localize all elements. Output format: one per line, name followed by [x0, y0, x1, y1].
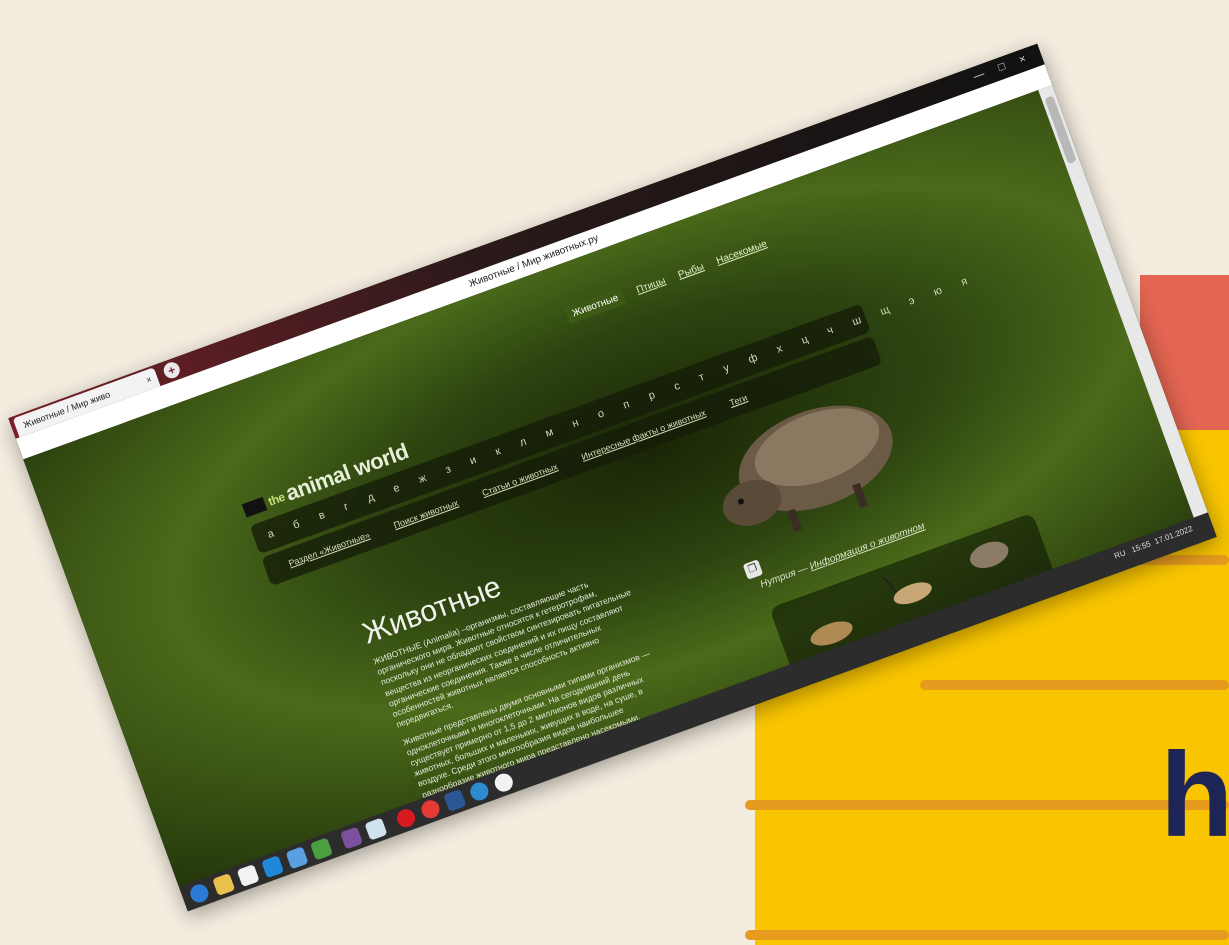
nav-fish[interactable]: Рыбы	[676, 261, 705, 280]
nav-birds[interactable]: Птицы	[635, 275, 667, 296]
alphabet-letter[interactable]: х	[775, 343, 784, 356]
alphabet-letter[interactable]: к	[494, 445, 503, 458]
menu-item-search[interactable]: Поиск животных	[392, 498, 459, 531]
nav-insects[interactable]: Насекомые	[715, 238, 769, 266]
alphabet-letter[interactable]: м	[544, 426, 555, 440]
alphabet-letter[interactable]: з	[444, 463, 453, 476]
alphabet-letter[interactable]: в	[317, 509, 327, 522]
tab-close-icon[interactable]: ×	[143, 369, 155, 390]
alphabet-letter[interactable]: а	[266, 528, 276, 541]
alphabet-letter[interactable]: ю	[932, 284, 944, 298]
alphabet-letter[interactable]: ж	[417, 472, 428, 486]
clock-time: 15:55	[1130, 539, 1153, 555]
alphabet-letter[interactable]: б	[291, 518, 301, 531]
alphabet-letter[interactable]: т	[697, 371, 706, 384]
alphabet-letter[interactable]: э	[907, 294, 916, 307]
alphabet-letter[interactable]: л	[518, 436, 528, 449]
alphabet-letter[interactable]: р	[647, 389, 657, 402]
media-icon[interactable]	[261, 855, 285, 879]
alphabet-letter[interactable]: ш	[851, 314, 863, 328]
alphabet-letter[interactable]: у	[722, 362, 731, 375]
language-indicator[interactable]: RU	[1113, 548, 1127, 560]
notepad-icon[interactable]	[364, 817, 388, 841]
nav-animals[interactable]: Животные	[564, 287, 627, 324]
alphabet-letter[interactable]: ц	[800, 333, 810, 346]
alphabet-letter[interactable]: я	[959, 275, 969, 288]
background-line-4	[745, 930, 1229, 940]
alphabet-letter[interactable]: щ	[879, 304, 892, 318]
minimize-icon[interactable]: —	[972, 68, 986, 83]
background-line-2	[920, 680, 1229, 690]
alphabet-letter[interactable]: ч	[825, 324, 834, 337]
logo-mark-icon	[241, 497, 268, 518]
alphabet-letter[interactable]: е	[392, 482, 402, 495]
ccleaner-icon[interactable]	[467, 779, 491, 804]
yandex-browser-icon[interactable]	[236, 864, 260, 888]
alphabet-letter[interactable]: и	[468, 454, 478, 467]
yandex-icon[interactable]	[418, 797, 443, 821]
thumb-antelope[interactable]	[882, 563, 934, 609]
background-line-3	[745, 800, 1229, 810]
network-icon[interactable]	[309, 837, 334, 861]
thumb-hedgehog[interactable]	[966, 537, 1012, 573]
alphabet-letter[interactable]: п	[622, 398, 632, 411]
alphabet-letter[interactable]: с	[672, 380, 681, 393]
yandex-browser-icon-2[interactable]	[492, 771, 516, 795]
sound-icon[interactable]	[285, 846, 309, 870]
maximize-icon[interactable]: □	[997, 60, 1007, 74]
start-icon[interactable]	[187, 881, 211, 905]
word-icon[interactable]	[443, 788, 467, 812]
alphabet-letter[interactable]: д	[366, 491, 376, 504]
viber-icon[interactable]	[340, 826, 364, 850]
background-letter: h	[1160, 728, 1229, 862]
new-tab-button[interactable]: +	[161, 360, 183, 381]
bookmark-icon[interactable]: ❒	[742, 559, 764, 580]
alphabet-letter[interactable]: н	[571, 417, 581, 430]
alphabet-letter[interactable]: г	[342, 501, 350, 514]
close-window-icon[interactable]: ×	[1017, 53, 1027, 66]
explorer-icon[interactable]	[212, 872, 236, 897]
alphabet-letter[interactable]: о	[596, 407, 606, 420]
alphabet-letter[interactable]: ф	[747, 352, 760, 366]
opera-icon[interactable]	[394, 806, 418, 830]
